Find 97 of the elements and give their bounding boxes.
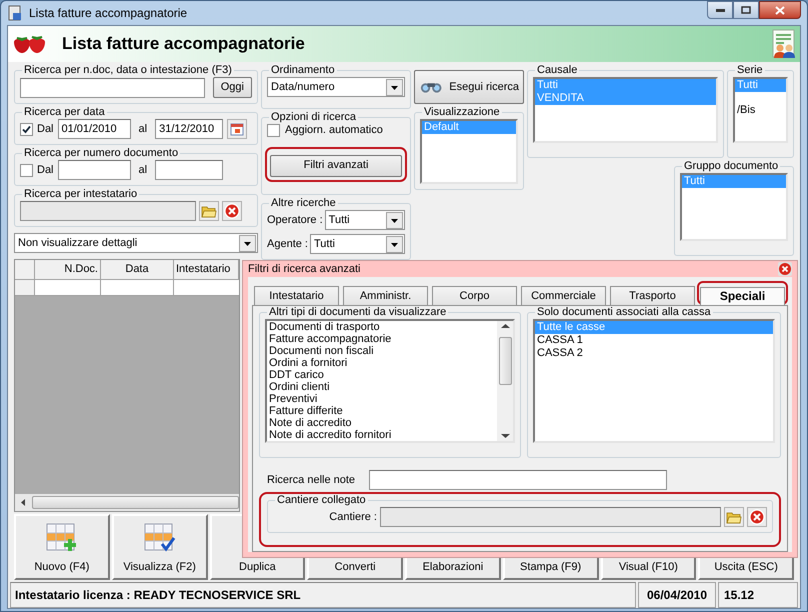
list-item[interactable]: DDT carico xyxy=(267,369,497,381)
clear-icon[interactable] xyxy=(222,201,242,221)
list-item[interactable]: Documenti non fiscali xyxy=(267,345,497,357)
group-label: Gruppo documento xyxy=(683,160,780,173)
dropdown[interactable]: Tutti xyxy=(324,210,405,230)
folder-icon[interactable] xyxy=(724,507,744,527)
from-number-field[interactable] xyxy=(58,160,131,180)
close-icon xyxy=(775,6,785,14)
scroll-thumb[interactable] xyxy=(32,496,239,509)
list-item[interactable]: Documenti di trasporto xyxy=(267,321,497,333)
group-label: Serie xyxy=(736,64,764,77)
tab[interactable]: Amministr. xyxy=(343,286,428,306)
group-label: Altre ricerche xyxy=(270,197,337,210)
notes-field[interactable] xyxy=(369,470,667,490)
list-item[interactable]: Preventivi xyxy=(267,393,497,405)
list-item[interactable]: /Bis xyxy=(735,104,786,117)
search-field[interactable] xyxy=(20,78,205,98)
app-icon xyxy=(7,5,23,21)
dropdown-value: Tutti xyxy=(314,238,336,250)
tab[interactable]: Speciali xyxy=(700,287,785,305)
from-label: Dal xyxy=(37,164,54,176)
group-label: Solo documenti associati alla cassa xyxy=(536,306,712,319)
list-box[interactable]: Tutti /Bis xyxy=(733,77,788,143)
minimize-button[interactable] xyxy=(707,1,733,19)
maximize-icon xyxy=(741,6,751,14)
group-label: Ricerca per n.doc, data o intestazione (F3) xyxy=(23,64,233,77)
group-label: Ricerca per intestatario xyxy=(23,188,138,201)
field-label: Operatore : xyxy=(267,214,323,226)
calendar-icon[interactable] xyxy=(227,119,248,139)
time-status: 15.12 xyxy=(718,582,798,608)
checkbox[interactable] xyxy=(20,164,33,176)
license-status: Intestatario licenza : READY TECNOSERVICE SRL xyxy=(10,582,636,608)
horizontal-scrollbar[interactable] xyxy=(15,494,239,511)
from-date-field[interactable]: 01/01/2010 xyxy=(58,119,131,139)
tab[interactable]: Trasporto xyxy=(610,286,695,306)
holder-field[interactable] xyxy=(20,201,196,221)
to-label: al xyxy=(138,164,148,176)
dropdown[interactable]: Data/numero xyxy=(267,77,405,97)
group-label: Ricerca per numero documento xyxy=(23,147,180,160)
clear-icon[interactable] xyxy=(747,507,767,527)
group-label: Visualizzazione xyxy=(423,106,501,119)
minimize-icon xyxy=(716,8,724,12)
tab[interactable]: Intestatario xyxy=(254,286,339,306)
dropdown-value: Tutti xyxy=(328,214,351,226)
date-status: 06/04/2010 xyxy=(638,582,716,608)
group-label: Causale xyxy=(536,64,578,77)
list-item[interactable]: Note di accredito xyxy=(267,417,497,429)
field-label: Agente : xyxy=(267,238,308,250)
scroll-thumb[interactable] xyxy=(498,337,512,385)
dropdown-value: Non visualizzare dettagli xyxy=(18,236,138,250)
tab[interactable]: Commerciale xyxy=(521,286,606,306)
vertical-scrollbar[interactable] xyxy=(497,321,513,441)
tab[interactable]: Corpo xyxy=(432,286,517,306)
list-item[interactable]: Note di accredito fornitori xyxy=(267,429,497,441)
site-field[interactable] xyxy=(380,507,721,527)
close-icon[interactable] xyxy=(778,262,792,276)
to-number-field[interactable] xyxy=(155,160,224,180)
advanced-filters-button[interactable]: Filtri avanzati xyxy=(270,154,402,176)
run-search-button[interactable]: Esegui ricerca xyxy=(414,70,524,104)
grid-plus-icon xyxy=(46,523,78,553)
checkbox[interactable] xyxy=(20,122,33,136)
auto-update-label: Aggiorn. automatico xyxy=(285,124,383,137)
folder-icon[interactable] xyxy=(199,201,219,221)
list-item[interactable]: Ordini a fornitori xyxy=(267,357,497,369)
group-label: Opzioni di ricerca xyxy=(270,111,357,124)
list-box[interactable]: Tutte le casse CASSA 1 CASSA 2 xyxy=(533,319,775,443)
today-button[interactable]: Oggi xyxy=(212,77,252,98)
checkbox[interactable] xyxy=(267,124,280,137)
dropdown-value: Data/numero xyxy=(271,80,336,94)
from-label: Dal xyxy=(37,122,54,136)
site-label: Cantiere : xyxy=(328,510,377,524)
grid-check-icon xyxy=(144,523,176,553)
list-item[interactable]: Fatture differite xyxy=(267,405,497,417)
people-list-icon xyxy=(770,29,796,59)
dropdown[interactable]: Tutti xyxy=(310,234,405,254)
window-title: Lista fatture accompagnatorie xyxy=(29,5,188,22)
dropdown[interactable]: Non visualizzare dettagli xyxy=(14,233,258,253)
toolbar-button[interactable]: Visualizza (F2) xyxy=(112,514,208,580)
notes-label: Ricerca nelle note xyxy=(267,474,356,486)
group-label: Ordinamento xyxy=(270,64,336,77)
group-label: Altri tipi di documenti da visualizzare xyxy=(268,306,448,319)
group-label: Cantiere collegato xyxy=(276,494,367,507)
list-item[interactable]: CASSA 2 xyxy=(535,347,773,360)
list-item[interactable]: CASSA 1 xyxy=(535,334,773,347)
list-item[interactable]: Ordini clienti xyxy=(267,381,497,393)
list-item[interactable]: Fatture accompagnatorie xyxy=(267,333,497,345)
checkmark-icon xyxy=(22,124,31,134)
close-button[interactable] xyxy=(759,1,801,19)
group-label: Ricerca per data xyxy=(23,106,106,119)
scroll-down-icon[interactable] xyxy=(500,433,510,439)
to-date-field[interactable]: 31/12/2010 xyxy=(155,119,224,139)
to-label: al xyxy=(138,122,148,136)
toolbar-button[interactable]: Nuovo (F4) xyxy=(14,514,110,580)
maximize-button[interactable] xyxy=(733,1,759,19)
table-cell xyxy=(35,280,101,296)
header-title: Lista fatture accompagnatorie xyxy=(62,33,306,56)
scroll-up-icon[interactable] xyxy=(500,323,510,329)
